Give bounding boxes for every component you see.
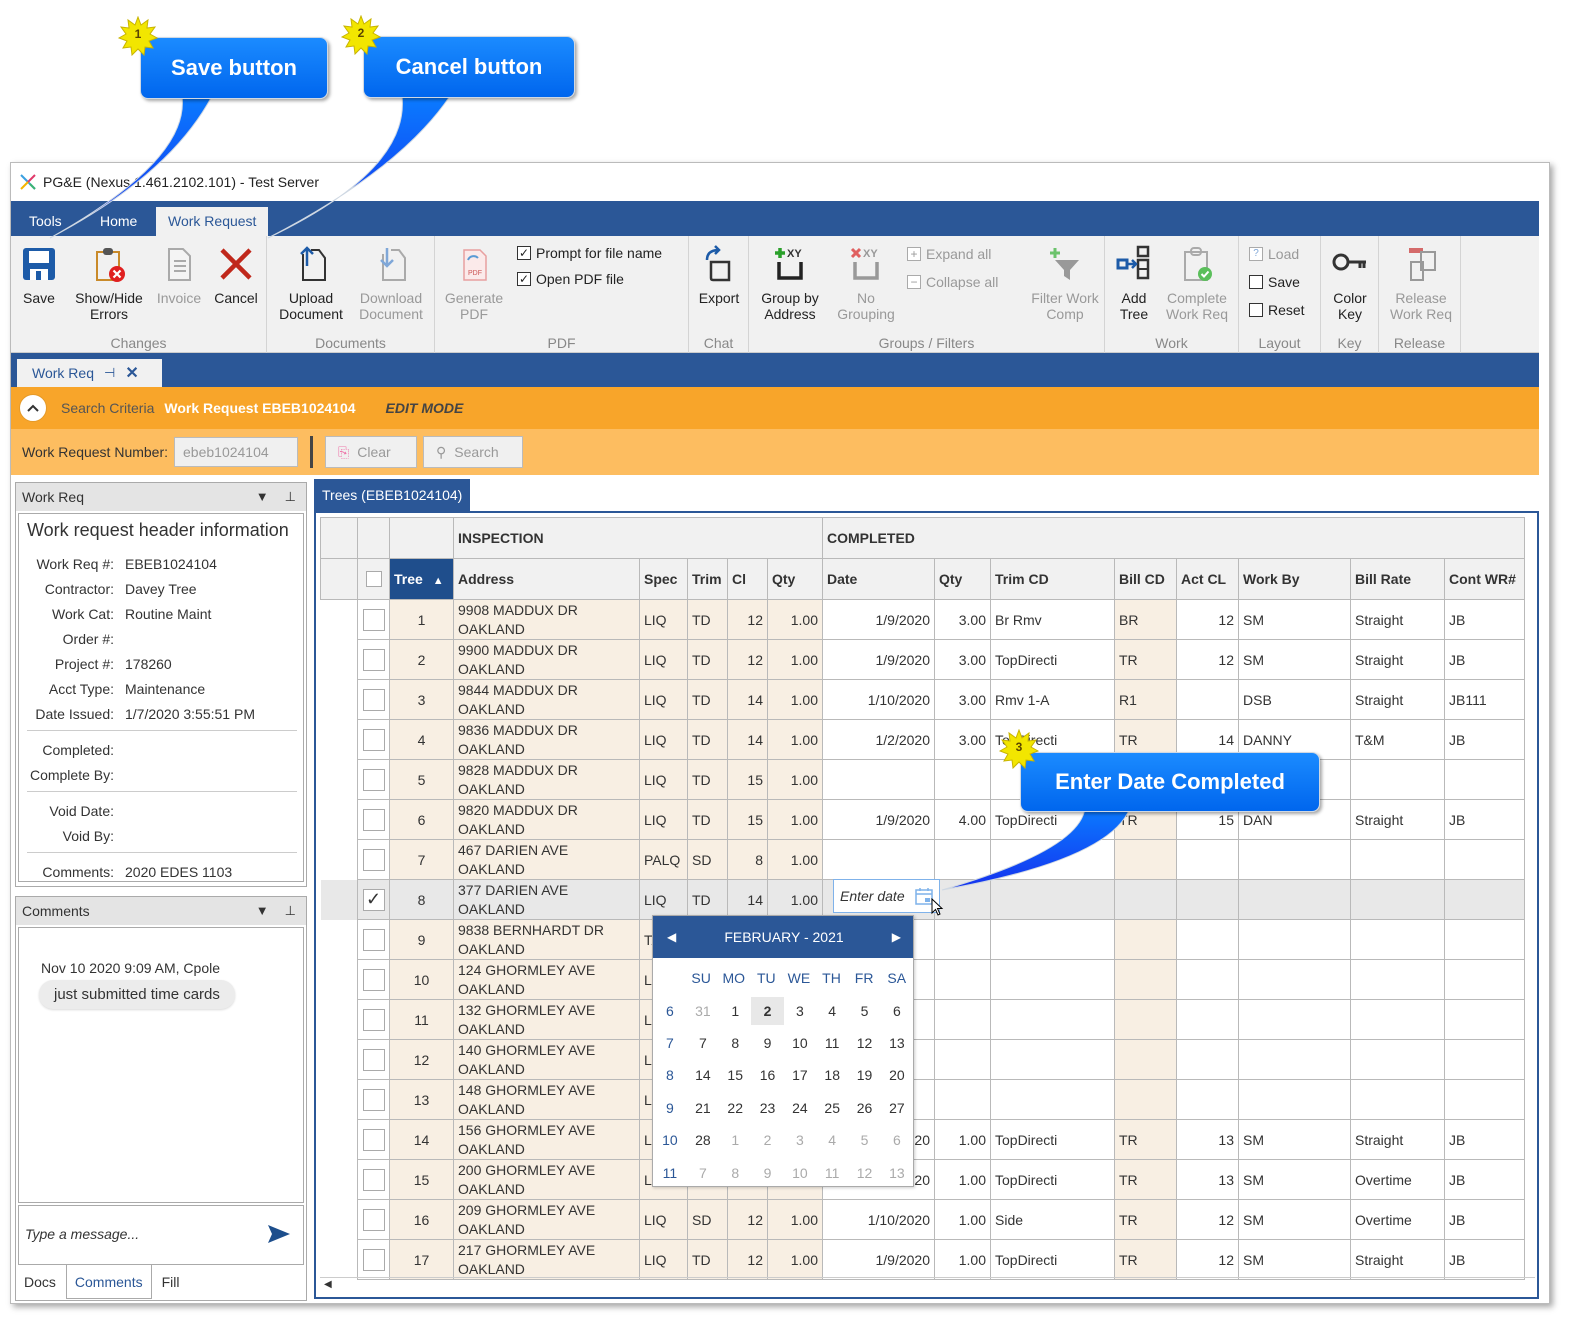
badge-number: 1	[134, 27, 142, 41]
date-callout-pointer	[941, 807, 1131, 891]
callout-cancel-button: Cancel button	[363, 36, 575, 98]
cancel-callout-pointer	[267, 95, 451, 239]
callout-save-button: Save button	[140, 37, 328, 99]
badge-number: 2	[357, 26, 365, 40]
callout-pointers	[49, 95, 1131, 891]
save-callout-pointer	[49, 95, 213, 239]
annotation-badge-2: 2	[340, 14, 382, 56]
annotation-badge-1: 1	[117, 15, 159, 57]
callout-text: Save button	[171, 55, 297, 80]
annotation-badge-3: 3	[998, 728, 1040, 770]
callout-enter-date-completed: Enter Date Completed	[1020, 752, 1320, 812]
callout-text: Enter Date Completed	[1055, 769, 1285, 794]
callout-text: Cancel button	[395, 54, 543, 79]
badge-number: 3	[1015, 740, 1023, 754]
